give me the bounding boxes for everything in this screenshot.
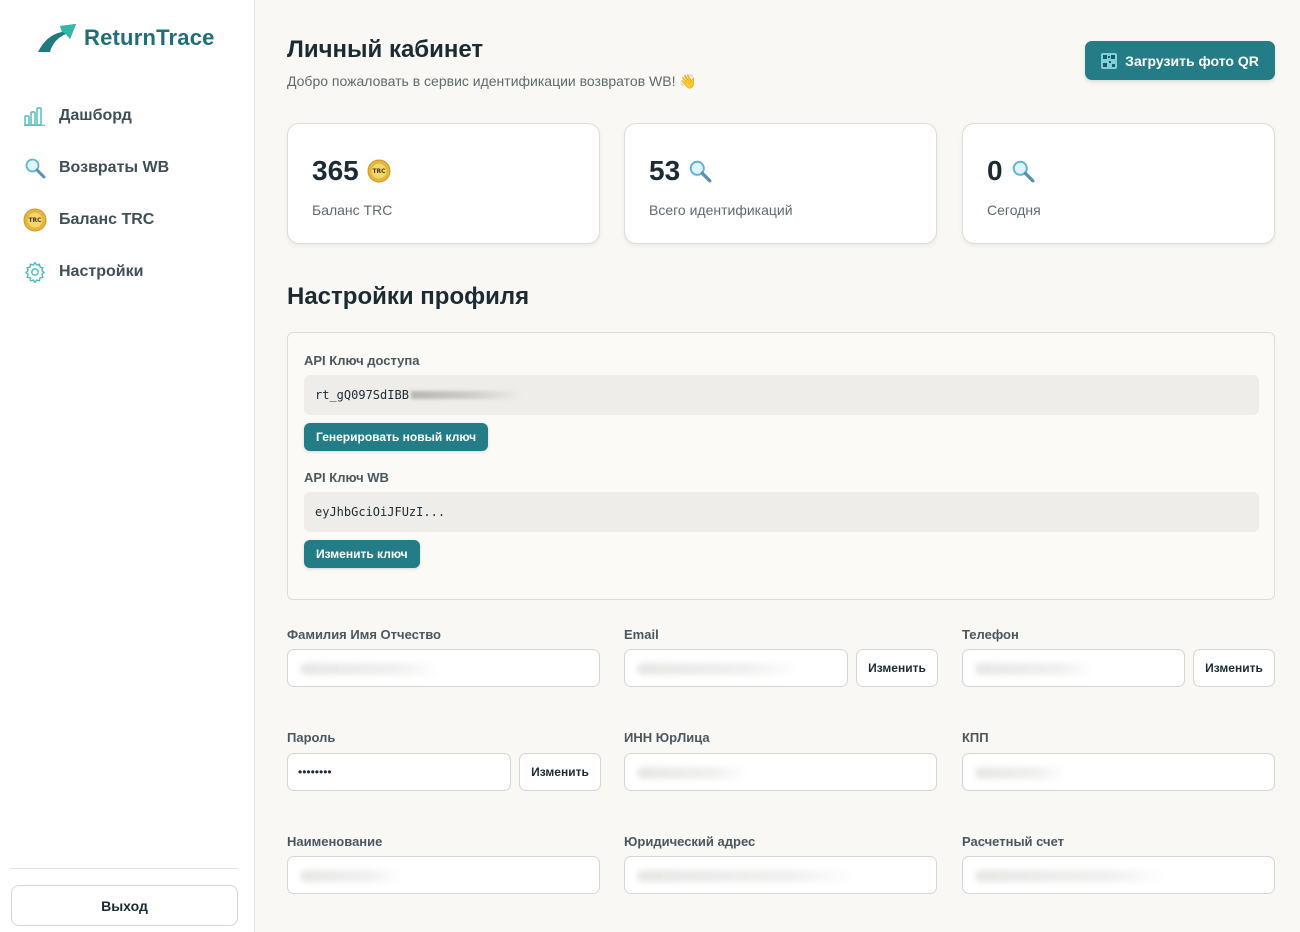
magnifier-icon bbox=[22, 155, 48, 181]
redacted-blur bbox=[300, 870, 400, 882]
redacted-blur bbox=[637, 870, 857, 882]
bank-account-label: Расчетный счет bbox=[962, 834, 1065, 849]
api-wb-key-value: eyJhbGciOiJFUzI... bbox=[315, 505, 446, 519]
stat-card-today: 0 Сегодня bbox=[962, 123, 1275, 244]
logo[interactable]: ReturnTrace bbox=[36, 22, 215, 54]
company-name-input[interactable] bbox=[287, 856, 600, 894]
logo-text: ReturnTrace bbox=[84, 25, 215, 50]
api-keys-panel: API Ключ доступа rt_gQ097SdIBB Генериров… bbox=[287, 332, 1275, 600]
stat-label: Всего идентификаций bbox=[649, 202, 793, 218]
api-wb-key-field[interactable]: eyJhbGciOiJFUzI... bbox=[304, 492, 1259, 532]
phone-input[interactable] bbox=[962, 649, 1185, 687]
kpp-label: КПП bbox=[962, 730, 989, 745]
phone-label: Телефон bbox=[962, 627, 1019, 642]
magnifier-icon bbox=[688, 159, 712, 183]
api-access-key-value: rt_gQ097SdIBB bbox=[315, 388, 409, 402]
company-name-label: Наименование bbox=[287, 834, 383, 849]
api-access-key-label: API Ключ доступа bbox=[304, 353, 420, 368]
sidebar-item-returns[interactable]: Возвраты WB bbox=[0, 142, 255, 194]
logout-button[interactable]: Выход bbox=[11, 885, 238, 926]
bank-account-input[interactable] bbox=[962, 856, 1275, 894]
trc-coin-icon: TRC bbox=[367, 159, 391, 183]
password-label: Пароль bbox=[287, 730, 336, 745]
stat-label: Баланс TRC bbox=[312, 202, 393, 218]
svg-text:TRC: TRC bbox=[372, 168, 386, 175]
redacted-blur bbox=[410, 391, 521, 399]
generate-key-button[interactable]: Генерировать новый ключ bbox=[304, 423, 489, 451]
upload-qr-button[interactable]: Загрузить фото QR bbox=[1085, 41, 1275, 80]
gear-icon bbox=[22, 259, 48, 285]
fio-input[interactable] bbox=[287, 649, 600, 687]
change-password-button[interactable]: Изменить bbox=[519, 753, 601, 791]
page-subtitle: Добро пожаловать в сервис идентификации … bbox=[287, 73, 697, 89]
inn-label: ИНН ЮрЛица bbox=[624, 730, 710, 745]
sidebar-item-settings[interactable]: Настройки bbox=[0, 246, 255, 298]
logo-arrow-icon bbox=[38, 24, 76, 52]
page-title: Личный кабинет bbox=[287, 36, 484, 63]
sidebar-item-dashboard[interactable]: Дашборд bbox=[0, 90, 255, 142]
magnifier-icon bbox=[1011, 159, 1035, 183]
inn-input[interactable] bbox=[624, 753, 937, 791]
sidebar-item-label: Баланс TRC bbox=[59, 211, 155, 228]
sidebar: ReturnTrace Дашборд Возвраты WB TRC Бала… bbox=[0, 0, 255, 932]
svg-text:TRC: TRC bbox=[28, 217, 42, 224]
profile-settings-title: Настройки профиля bbox=[287, 283, 530, 310]
kpp-input[interactable] bbox=[962, 753, 1275, 791]
upload-qr-label: Загрузить фото QR bbox=[1125, 52, 1259, 69]
sidebar-nav: Дашборд Возвраты WB TRC Баланс TRC Настр… bbox=[0, 90, 255, 298]
change-key-button[interactable]: Изменить ключ bbox=[304, 540, 420, 568]
stat-card-balance: 365 TRC Баланс TRC bbox=[287, 123, 600, 244]
sidebar-item-label: Возвраты WB bbox=[59, 159, 170, 176]
bar-chart-icon bbox=[22, 103, 48, 129]
redacted-blur bbox=[975, 663, 1095, 675]
sidebar-item-label: Дашборд bbox=[59, 107, 132, 124]
password-input[interactable]: •••••••• bbox=[287, 753, 511, 791]
stat-label: Сегодня bbox=[987, 202, 1041, 218]
change-phone-button[interactable]: Изменить bbox=[1193, 649, 1275, 687]
redacted-blur bbox=[637, 663, 797, 675]
email-input[interactable] bbox=[624, 649, 848, 687]
trc-coin-icon: TRC bbox=[22, 207, 48, 233]
redacted-blur bbox=[975, 767, 1065, 779]
api-wb-key-label: API Ключ WB bbox=[304, 470, 389, 485]
sidebar-item-balance[interactable]: TRC Баланс TRC bbox=[0, 194, 255, 246]
api-access-key-field[interactable]: rt_gQ097SdIBB bbox=[304, 375, 1259, 415]
fio-label: Фамилия Имя Отчество bbox=[287, 627, 441, 642]
stat-card-total: 53 Всего идентификаций bbox=[624, 123, 937, 244]
stat-value: 53 bbox=[649, 155, 681, 186]
redacted-blur bbox=[975, 870, 1165, 882]
redacted-blur bbox=[300, 663, 440, 675]
sidebar-item-label: Настройки bbox=[59, 263, 144, 280]
email-label: Email bbox=[624, 627, 659, 642]
legal-address-input[interactable] bbox=[624, 856, 937, 894]
stat-value: 365 bbox=[312, 155, 359, 186]
stat-value: 0 bbox=[987, 155, 1003, 186]
password-value: •••••••• bbox=[298, 765, 332, 779]
legal-address-label: Юридический адрес bbox=[624, 834, 756, 849]
redacted-blur bbox=[637, 767, 747, 779]
sidebar-divider bbox=[10, 868, 238, 869]
change-email-button[interactable]: Изменить bbox=[856, 649, 938, 687]
qr-code-icon bbox=[1101, 52, 1118, 69]
